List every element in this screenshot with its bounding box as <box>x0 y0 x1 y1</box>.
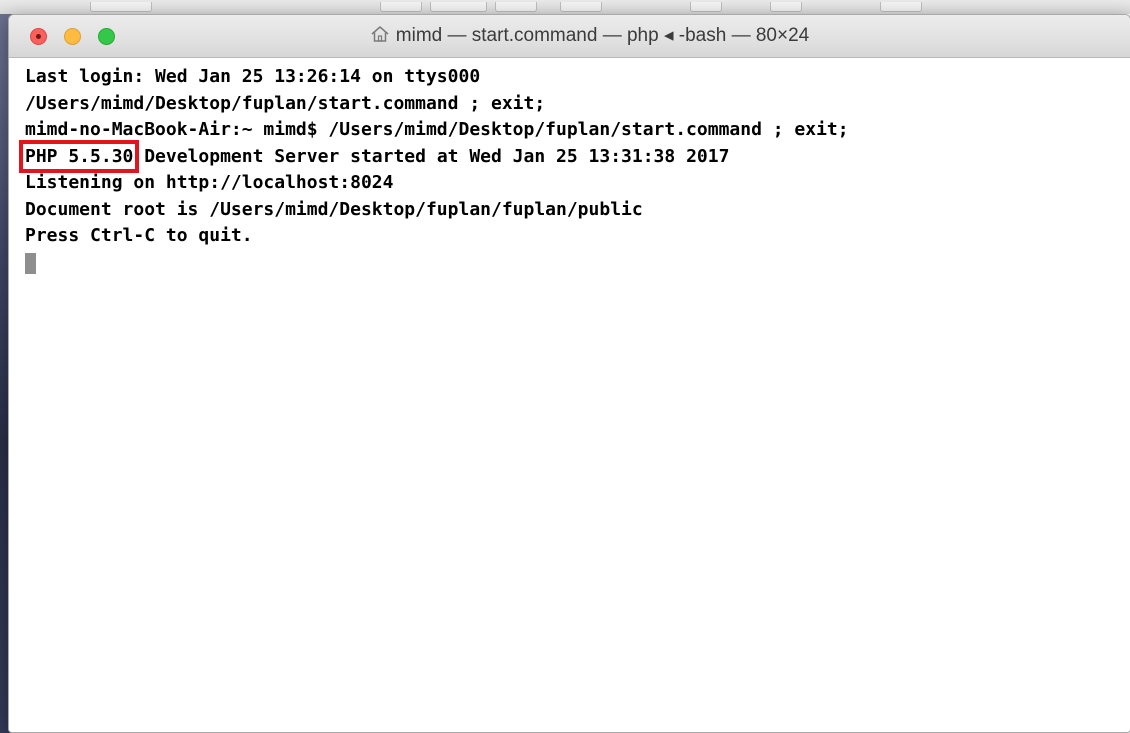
title-bar[interactable]: mimd — start.command — php ◂ -bash — 80×… <box>9 15 1130 58</box>
terminal-line: Last login: Wed Jan 25 13:26:14 on ttys0… <box>25 66 481 87</box>
cursor-line <box>25 250 1130 277</box>
terminal-line: Press Ctrl-C to quit. <box>25 225 253 246</box>
desktop-background: mimd — start.command — php ◂ -bash — 80×… <box>0 0 1130 733</box>
terminal-line-php: PHP 5.5.30 Development Server started at… <box>18 139 1130 173</box>
terminal-line: Listening on http://localhost:8024 <box>25 172 394 193</box>
background-window-toolbar <box>0 0 1130 14</box>
terminal-line: mimd-no-MacBook-Air:~ mimd$ /Users/mimd/… <box>25 119 849 140</box>
terminal-cursor <box>25 253 36 274</box>
window-title: mimd — start.command — php ◂ -bash — 80×… <box>395 25 810 46</box>
window-title-area: mimd — start.command — php ◂ -bash — 80×… <box>9 15 1130 57</box>
terminal-content[interactable]: Last login: Wed Jan 25 13:26:14 on ttys0… <box>9 58 1130 732</box>
terminal-window: mimd — start.command — php ◂ -bash — 80×… <box>8 14 1130 733</box>
php-version-highlight: PHP 5.5.30 <box>18 139 140 173</box>
terminal-line: /Users/mimd/Desktop/fuplan/start.command… <box>25 92 546 114</box>
terminal-line-text: Development Server started at Wed Jan 25… <box>144 145 730 167</box>
terminal-line: Document root is /Users/mimd/Desktop/fup… <box>25 198 643 220</box>
home-icon <box>371 26 389 42</box>
